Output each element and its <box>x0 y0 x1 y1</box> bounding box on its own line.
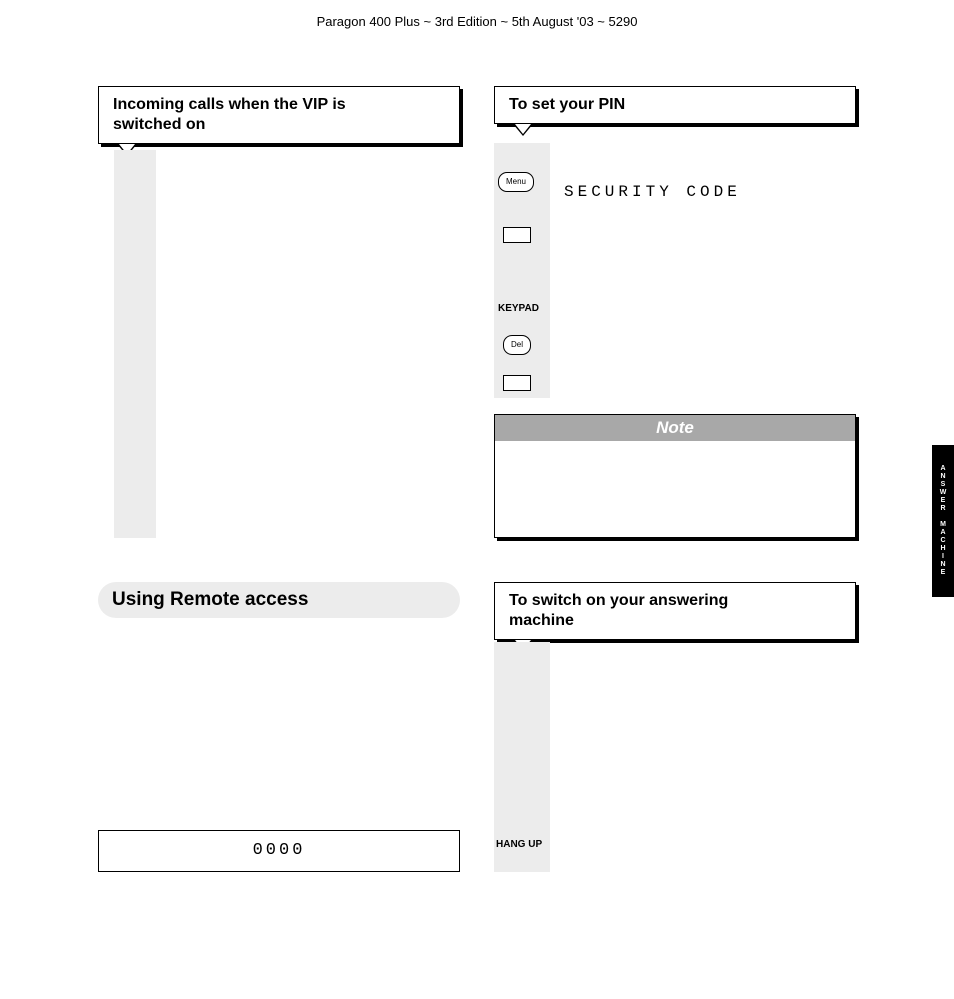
side-tab: ANSWER MACHINE <box>932 445 954 597</box>
switch-on-line2: machine <box>509 612 574 629</box>
security-code-display: SECURITY CODE <box>564 183 741 201</box>
set-pin-heading: To set your PIN <box>494 86 856 124</box>
switch-on-line1: To switch on your answering <box>509 592 728 609</box>
blank-button-2 <box>503 375 531 391</box>
note-heading: Note <box>495 415 855 441</box>
incoming-calls-line2: switched on <box>113 116 205 133</box>
right-step-column-2 <box>494 642 550 872</box>
incoming-calls-heading: Incoming calls when the VIP is switched … <box>98 86 460 144</box>
keypad-label: KEYPAD <box>498 303 539 314</box>
heading-notch-icon <box>513 124 533 136</box>
pin-display: 0000 <box>98 830 460 872</box>
incoming-calls-line1: Incoming calls when the VIP is <box>113 96 346 113</box>
page-header: Paragon 400 Plus ~ 3rd Edition ~ 5th Aug… <box>0 14 954 29</box>
menu-button[interactable]: Menu <box>498 172 534 192</box>
side-tab-label: ANSWER MACHINE <box>940 465 947 577</box>
using-remote-access-heading: Using Remote access <box>98 582 460 618</box>
switch-on-heading: To switch on your answering machine <box>494 582 856 640</box>
left-step-column <box>114 150 156 538</box>
hang-up-label: HANG UP <box>496 839 542 850</box>
note-box: Note <box>494 414 856 538</box>
del-button[interactable]: Del <box>503 335 531 355</box>
blank-button-1 <box>503 227 531 243</box>
set-pin-title: To set your PIN <box>509 96 625 113</box>
